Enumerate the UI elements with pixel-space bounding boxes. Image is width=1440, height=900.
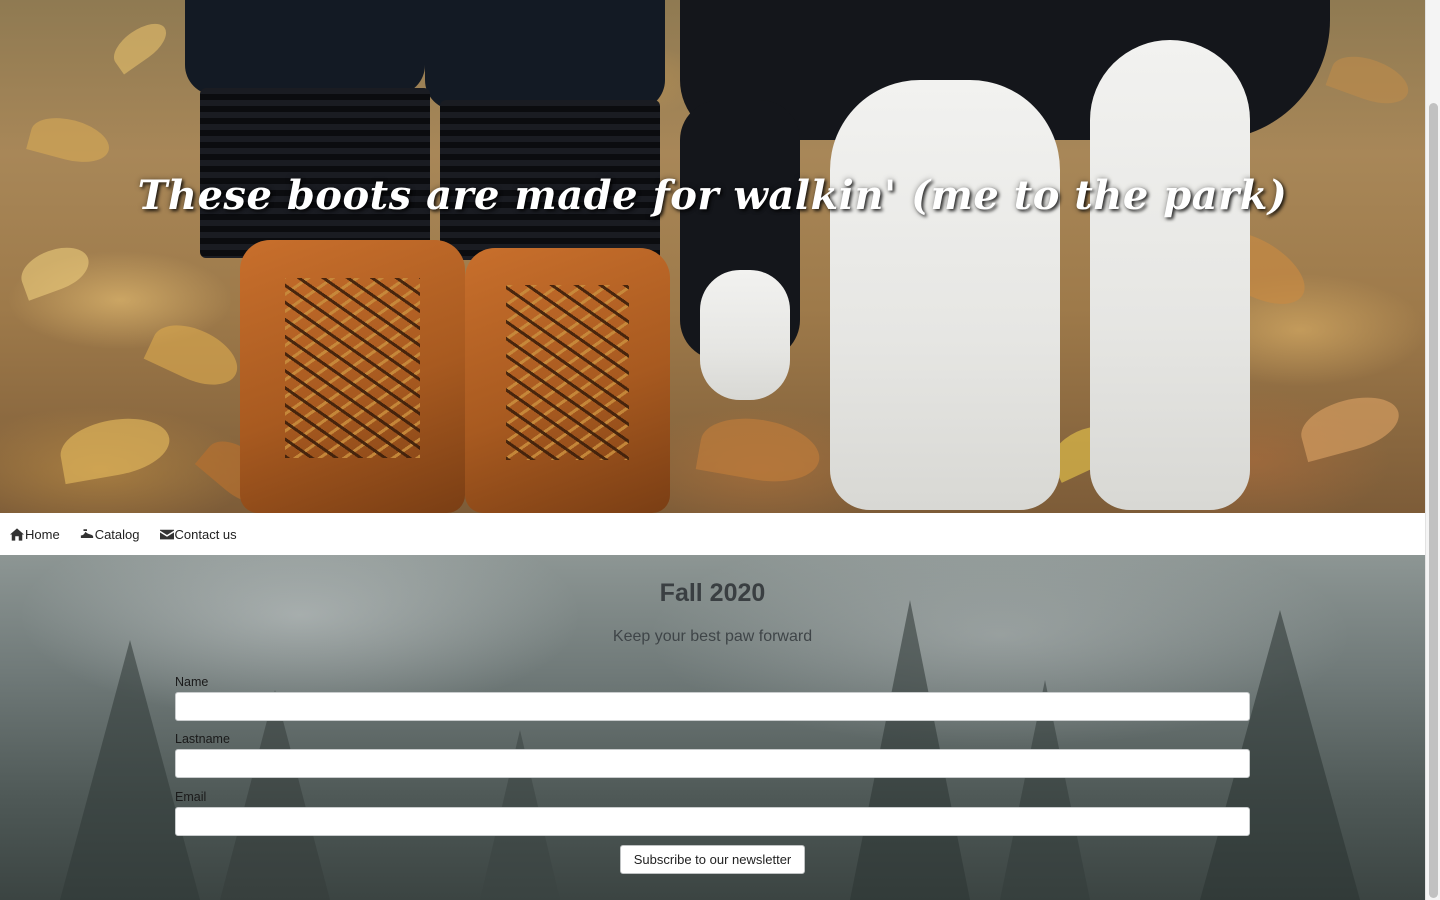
leaf xyxy=(26,110,114,170)
hero-banner: These boots are made for walkin' (me to … xyxy=(0,0,1425,513)
boot xyxy=(465,248,670,513)
nav-item-label: Catalog xyxy=(94,526,140,542)
dog-leg xyxy=(1090,40,1250,510)
nav-item-catalog[interactable]: Catalog xyxy=(80,527,140,542)
page: These boots are made for walkin' (me to … xyxy=(0,0,1425,900)
dog-leg xyxy=(700,270,790,400)
nav-item-contact[interactable]: Contact us xyxy=(159,526,237,542)
newsletter-content: Fall 2020 Keep your best paw forward Nam… xyxy=(0,555,1425,900)
home-icon xyxy=(10,527,24,541)
legs xyxy=(425,0,665,110)
email-label: Email xyxy=(175,790,207,804)
scrollbar-thumb[interactable] xyxy=(1429,103,1438,898)
section-subtitle: Keep your best paw forward xyxy=(612,628,813,645)
laces xyxy=(506,285,629,460)
nav-item-home[interactable]: Home xyxy=(10,527,60,542)
email-field[interactable] xyxy=(175,807,1250,836)
subscribe-button[interactable]: Subscribe to our newsletter xyxy=(620,845,805,874)
leaf xyxy=(143,313,247,397)
boot xyxy=(240,240,465,513)
leaf xyxy=(56,410,174,485)
leaf xyxy=(106,15,174,75)
shoe-icon xyxy=(80,528,93,538)
name-label: Name xyxy=(175,675,209,689)
lastname-label: Lastname xyxy=(175,732,230,746)
lastname-field[interactable] xyxy=(175,749,1250,778)
newsletter-section: Fall 2020 Keep your best paw forward Nam… xyxy=(0,555,1425,900)
nav-item-label: Contact us xyxy=(174,526,237,542)
hero-title: These boots are made for walkin' (me to … xyxy=(137,172,1288,219)
main-nav: Home Catalog Contact us xyxy=(0,513,1425,555)
leaf xyxy=(1325,47,1415,113)
leaf xyxy=(695,410,825,490)
dog-leg xyxy=(830,80,1060,510)
scrollbar[interactable] xyxy=(1425,0,1440,900)
section-title: Fall 2020 xyxy=(659,579,766,607)
legs xyxy=(185,0,425,95)
leaf xyxy=(1295,387,1405,463)
envelope-icon xyxy=(159,529,174,539)
leaf xyxy=(15,239,95,301)
name-field[interactable] xyxy=(175,692,1250,721)
laces xyxy=(285,278,420,459)
nav-item-label: Home xyxy=(25,526,60,542)
